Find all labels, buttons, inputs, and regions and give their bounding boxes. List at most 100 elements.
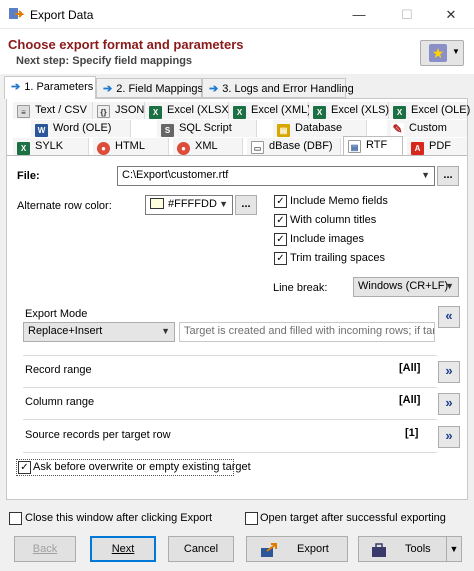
format-tab-html[interactable]: ● HTML [93,138,169,155]
word-icon: W [35,124,48,137]
alternate-color-browse-button[interactable]: ... [235,195,257,215]
page-title: Choose export format and parameters [8,37,244,52]
color-swatch [150,198,164,209]
minimize-button[interactable]: — [336,0,382,29]
format-tab-custom[interactable]: ✎ Custom [387,120,467,137]
trim-trailing-spaces-checkbox[interactable]: ✓ [274,252,287,265]
arrow-right-icon: ➔ [103,83,113,95]
open-target-label: Open target after successful exporting [260,512,446,524]
pen-icon: ✎ [391,122,404,136]
arrow-right-icon: ➔ [209,83,219,95]
format-tab-sylk[interactable]: X SYLK [13,138,89,155]
with-column-titles-label: With column titles [290,214,377,226]
json-file-icon: {} [97,105,110,118]
ask-before-overwrite-label: Ask before overwrite or empty existing t… [33,461,251,473]
format-tab-database[interactable]: ▤ Database [273,120,367,137]
pdf-icon: A [411,142,424,155]
chevron-down-icon[interactable]: ▼ [219,199,228,209]
excel-icon: X [233,106,246,119]
text-file-icon: ≡ [17,105,30,118]
close-after-export-checkbox[interactable] [9,512,22,525]
open-target-checkbox[interactable] [245,512,258,525]
close-button[interactable]: ✕ [428,0,474,29]
divider [23,419,437,420]
cancel-button[interactable]: Cancel [168,536,234,562]
page-subtitle: Next step: Specify field mappings [16,55,193,67]
tab-logs-error-handling[interactable]: ➔ 3. Logs and Error Handling [202,78,354,98]
title-bar: Export Data — ☐ ✕ [0,0,474,29]
format-tab-rtf[interactable]: ▤ RTF [343,136,403,155]
divider [23,355,437,356]
expand-record-range-button[interactable]: » [438,361,460,383]
window-title: Export Data [30,8,94,22]
trim-trailing-spaces-label: Trim trailing spaces [290,252,385,264]
chrome-icon: ● [97,142,110,155]
rtf-file-icon: ▤ [348,140,361,153]
format-tab-text-csv[interactable]: ≡ Text / CSV [13,102,93,119]
collapse-export-mode-button[interactable]: « [438,306,460,328]
excel-icon: X [313,106,326,119]
close-after-export-label: Close this window after clicking Export [25,512,213,524]
tools-dropdown-button[interactable]: ▼ [446,536,462,562]
export-mode-label: Export Mode [25,308,88,320]
include-images-checkbox[interactable]: ✓ [274,233,287,246]
excel-icon: X [149,106,162,119]
include-memo-fields-label: Include Memo fields [290,195,388,207]
format-tab-json[interactable]: {} JSON [93,102,145,119]
format-tab-dbase-dbf[interactable]: ▭ dBase (DBF) [247,138,341,155]
arrow-right-icon: ➔ [11,81,21,93]
parameters-panel: ≡ Text / CSV {} JSON X Excel (XLSX) X Excel … [6,98,470,500]
include-memo-fields-checkbox[interactable]: ✓ [274,195,287,208]
with-column-titles-checkbox[interactable]: ✓ [274,214,287,227]
format-tab-word-ole[interactable]: W Word (OLE) [31,120,131,137]
toolbox-icon [371,542,387,557]
format-tab-xml[interactable]: ● XML [173,138,243,155]
alternate-row-color-picker[interactable]: #FFFFDD ▼ [145,195,233,215]
sylk-icon: X [17,142,30,155]
record-range-value: [All] [399,362,421,374]
star-icon: ★ [429,44,447,62]
expand-column-range-button[interactable]: » [438,393,460,415]
line-break-select[interactable]: Windows (CR+LF) ▼ [353,277,459,297]
browse-file-button[interactable]: ... [437,166,459,186]
next-button[interactable]: Next [90,536,156,562]
source-records-per-target-row-value: [1] [405,427,419,439]
tab-parameters[interactable]: ➔ 1. Parameters [4,76,96,99]
format-tab-excel-xml[interactable]: X Excel (XML) [229,102,311,119]
tab-field-mappings[interactable]: ➔ 2. Field Mappings [96,78,203,98]
export-app-icon [8,6,25,22]
file-label: File: [17,170,40,182]
dbf-file-icon: ▭ [251,141,264,154]
format-tab-sql-script[interactable]: S SQL Script [157,120,257,137]
export-icon [261,542,277,557]
divider [23,387,437,388]
export-mode-select[interactable]: Replace+Insert ▼ [23,322,175,342]
format-tab-excel-ole[interactable]: X Excel (OLE) [389,102,470,119]
maximize-button[interactable]: ☐ [384,0,430,29]
export-button[interactable]: Export [246,536,348,562]
column-range-value: [All] [399,394,421,406]
expand-source-records-button[interactable]: » [438,426,460,448]
format-tab-excel-xlsx[interactable]: X Excel (XLSX) [145,102,232,119]
favorites-button[interactable]: ★ ▼ [420,40,464,66]
chrome-icon: ● [177,142,190,155]
chevron-down-icon: ▼ [449,544,459,554]
back-button[interactable]: Back [14,536,76,562]
format-tab-pdf[interactable]: A PDF [407,138,467,155]
chevron-down-icon: ▼ [445,281,454,291]
line-break-label: Line break: [273,282,328,294]
divider [23,452,437,453]
format-tab-excel-xls[interactable]: X Excel (XLS) [309,102,389,119]
chevron-down-icon[interactable]: ▼ [421,170,430,180]
wizard-tabs: ➔ 1. Parameters ➔ 2. Field Mappings ➔ 3. Lo… [0,76,474,99]
include-images-label: Include images [290,233,364,245]
source-records-per-target-row-label: Source records per target row [25,429,171,441]
tabs-divider [7,155,467,156]
wizard-header: Choose export format and parameters Next… [0,29,474,74]
file-path-input[interactable]: C:\Export\customer.rtf ▼ [117,166,435,186]
tools-button[interactable]: Tools [358,536,460,562]
ask-before-overwrite-checkbox[interactable]: ✓ [18,461,31,474]
column-range-label: Column range [25,396,95,408]
record-range-label: Record range [25,364,92,376]
sql-script-icon: S [161,124,174,137]
